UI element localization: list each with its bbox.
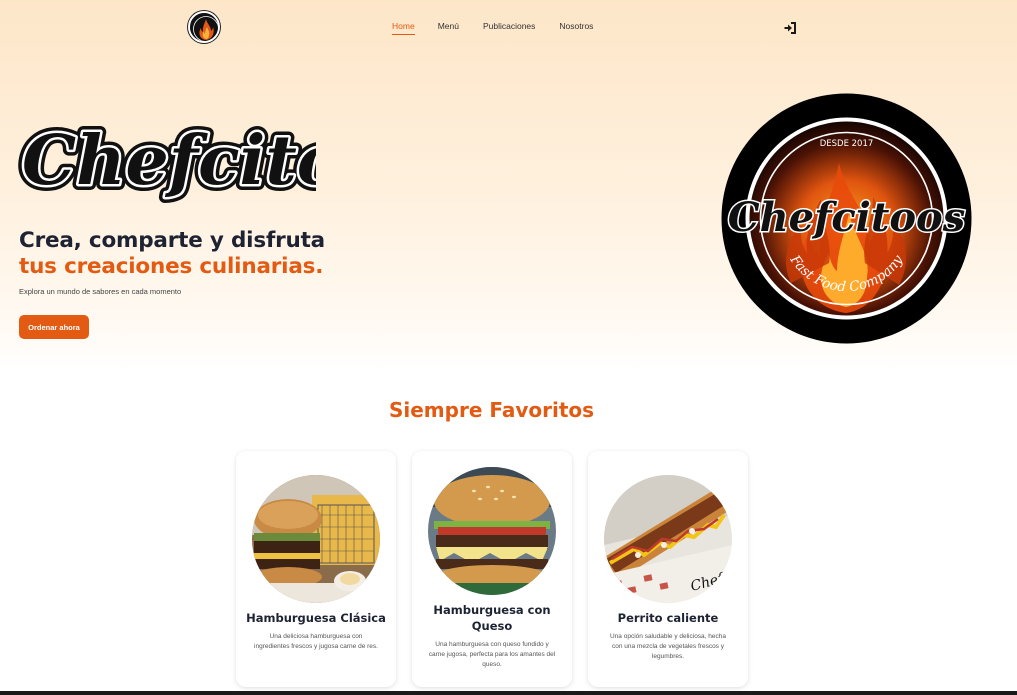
bottom-edge-divider [0,691,1017,695]
product-description: Una deliciosa hamburguesa con ingredient… [254,633,378,650]
brand-wordmark: Chefcitoos [22,121,316,201]
product-card-cheeseburger[interactable]: Hamburguesa con Queso Una hamburguesa co… [412,451,572,687]
hot-dog-photo: Chefcitoos [604,475,732,603]
product-name: Hamburguesa Clásica [246,611,386,625]
product-name: Hamburguesa con Queso [433,603,551,633]
cheeseburger-photo [428,467,556,595]
nav-links: Home Menú Publicaciones Nosotros [392,21,593,35]
hero-subtitle: Explora un mundo de sabores en cada mome… [19,287,182,296]
hero-title: Crea, comparte y disfruta tus creaciones… [19,228,325,280]
product-description: Una opción saludable y deliciosa, hecha … [610,633,726,660]
nav-logo-icon[interactable] [188,11,220,43]
top-navigation: Home Menú Publicaciones Nosotros [0,0,1017,54]
emblem-top-text: DESDE 2017 [820,139,874,149]
order-now-button[interactable]: Ordenar ahora [19,315,89,339]
nav-link-home[interactable]: Home [392,21,415,35]
sign-in-icon[interactable] [783,20,797,34]
hero-title-line1: Crea, comparte y disfruta [19,228,325,253]
product-name: Perrito caliente [617,611,719,625]
emblem-wordmark: Chefcitoos [728,194,965,241]
hero-brand-logo: Chefcitoos Chefcitoos Chefcitoos [16,92,432,210]
product-card-hot-dog[interactable]: Chefcitoos Perrito caliente Una opción s… [588,451,748,687]
product-description: Una hamburguesa con queso fundido y carn… [428,641,556,668]
classic-burger-photo [252,475,380,603]
nav-link-nosotros[interactable]: Nosotros [559,21,593,35]
nav-link-menu[interactable]: Menú [438,21,459,35]
hero-title-line2: tus creaciones culinarias. [19,254,324,279]
favorites-cards: Hamburguesa Clásica Una deliciosa hambur… [236,451,749,691]
product-card-classic-burger[interactable]: Hamburguesa Clásica Una deliciosa hambur… [236,451,396,687]
brand-emblem-logo: DESDE 2017 Chefcitoos Fast Food Company [721,93,972,344]
nav-link-publicaciones[interactable]: Publicaciones [483,21,535,35]
favorites-title: Siempre Favoritos [388,398,595,422]
